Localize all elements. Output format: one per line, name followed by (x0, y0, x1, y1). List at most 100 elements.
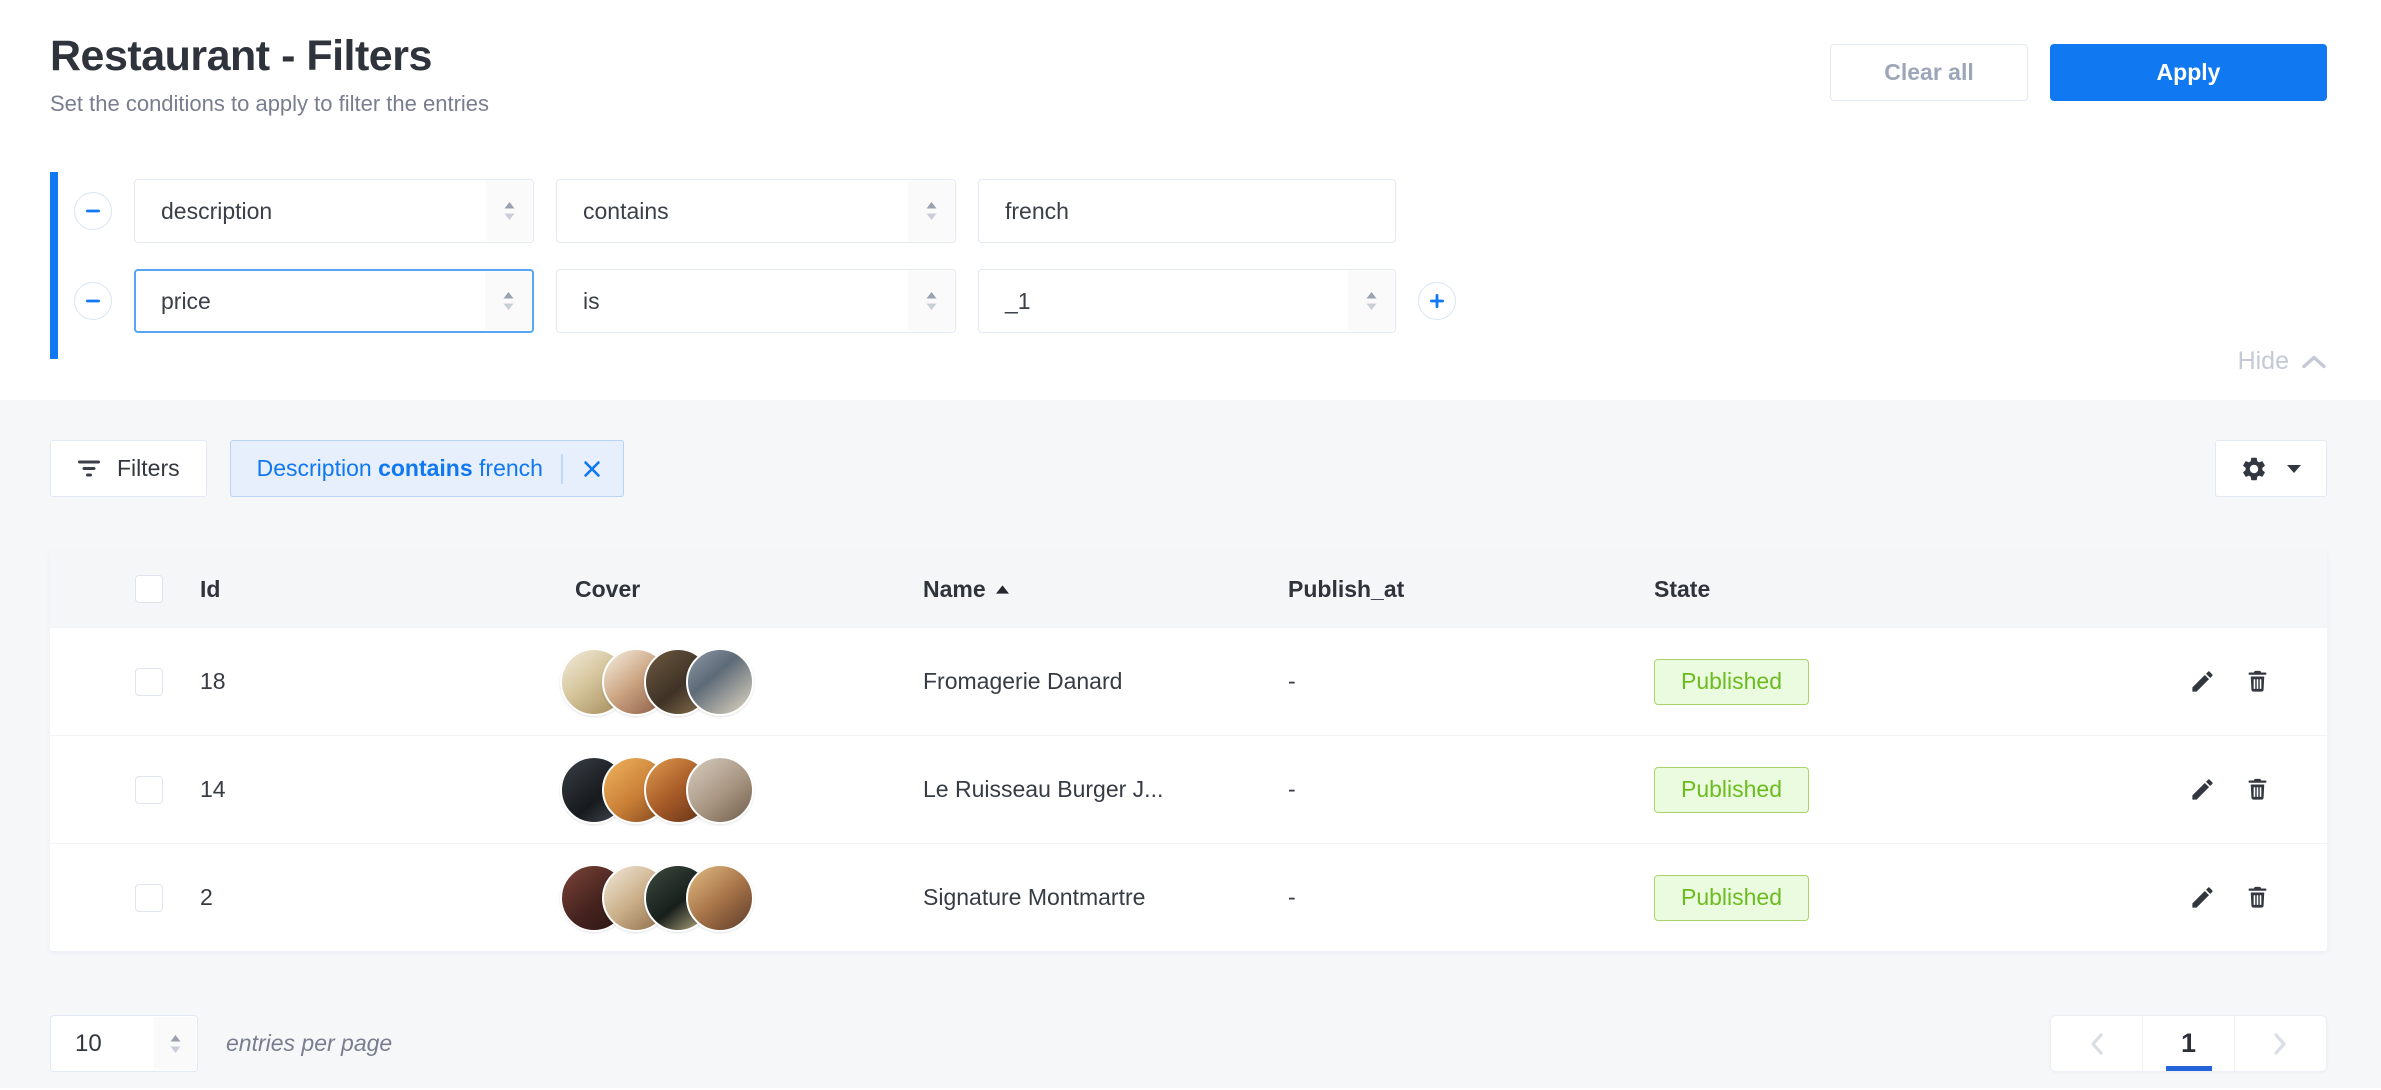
status-badge: Published (1654, 875, 1809, 921)
filter-builder: description contains french (50, 179, 2327, 333)
column-header-cover[interactable]: Cover (560, 576, 923, 603)
remove-filter-tag-icon[interactable] (581, 458, 603, 480)
select-all-checkbox[interactable] (135, 575, 163, 603)
restaurant-filters-page: Restaurant - Filters Set the conditions … (0, 0, 2381, 1088)
tag-divider (561, 454, 563, 484)
filter-field-value: price (161, 288, 211, 315)
filter-operator-select[interactable]: is (556, 269, 956, 333)
minus-icon (83, 201, 103, 221)
current-page[interactable]: 1 (2142, 1016, 2234, 1071)
sort-asc-icon (996, 585, 1009, 594)
column-header-name[interactable]: Name (923, 576, 1288, 603)
hide-filters-link[interactable]: Hide (2238, 347, 2327, 376)
hide-label: Hide (2238, 347, 2289, 376)
table-settings-button[interactable] (2215, 440, 2327, 497)
apply-button[interactable]: Apply (2050, 44, 2327, 101)
chevron-up-icon (2301, 354, 2327, 370)
table-row[interactable]: 18 Fromagerie Danard - Published (50, 627, 2327, 735)
tag-field: Description (257, 455, 372, 481)
status-badge: Published (1654, 659, 1809, 705)
filter-operator-select[interactable]: contains (556, 179, 956, 243)
cell-id: 18 (200, 668, 560, 695)
cover-avatars (560, 756, 923, 824)
select-arrows-icon (154, 1017, 196, 1070)
edit-icon[interactable] (2189, 776, 2216, 803)
cell-publish-at: - (1288, 884, 1654, 911)
filter-value-number-input[interactable]: _1 (978, 269, 1396, 333)
clear-all-button[interactable]: Clear all (1830, 44, 2028, 101)
cover-image (686, 756, 754, 824)
entries-table: Id Cover Name Publish_at State 18 (50, 551, 2327, 951)
filters-button[interactable]: Filters (50, 440, 207, 497)
table-row[interactable]: 14 Le Ruisseau Burger J... - Published (50, 735, 2327, 843)
filter-row-1: description contains french (74, 179, 2327, 243)
table-footer: 10 entries per page 1 (50, 1015, 2327, 1072)
filter-field-select[interactable]: price (134, 269, 534, 333)
edit-icon[interactable] (2189, 668, 2216, 695)
column-header-id[interactable]: Id (200, 576, 560, 603)
cell-name: Signature Montmartre (923, 884, 1288, 911)
filter-value-text: french (1005, 198, 1069, 225)
filter-operator-value: is (583, 288, 600, 315)
number-stepper-icon[interactable] (1348, 271, 1394, 331)
page-header: Restaurant - Filters Set the conditions … (50, 0, 2327, 117)
cell-id: 14 (200, 776, 560, 803)
remove-filter-button[interactable] (74, 282, 112, 320)
entries-per-page-label: entries per page (226, 1030, 392, 1057)
prev-page-button[interactable] (2051, 1016, 2142, 1071)
plus-icon (1427, 291, 1447, 311)
pagination: 1 (2050, 1015, 2327, 1072)
table-row[interactable]: 2 Signature Montmartre - Published (50, 843, 2327, 951)
delete-icon[interactable] (2244, 776, 2271, 803)
select-arrows-icon (908, 271, 954, 331)
select-arrows-icon (908, 181, 954, 241)
filter-value-input[interactable]: french (978, 179, 1396, 243)
filters-panel: Restaurant - Filters Set the conditions … (0, 0, 2381, 400)
filter-field-select[interactable]: description (134, 179, 534, 243)
cell-publish-at: - (1288, 668, 1654, 695)
filter-icon (77, 459, 101, 478)
select-arrows-icon (486, 181, 532, 241)
page-subtitle: Set the conditions to apply to filter th… (50, 91, 489, 117)
delete-icon[interactable] (2244, 668, 2271, 695)
cover-avatars (560, 864, 923, 932)
tag-operator: contains (378, 455, 473, 481)
column-header-publish-at[interactable]: Publish_at (1288, 576, 1654, 603)
page-size-select[interactable]: 10 (50, 1015, 198, 1072)
remove-filter-button[interactable] (74, 192, 112, 230)
filters-button-label: Filters (117, 455, 180, 482)
cover-image (686, 648, 754, 716)
active-filter-tag[interactable]: Description contains french (230, 440, 624, 497)
cover-avatars (560, 648, 923, 716)
column-header-state[interactable]: State (1654, 576, 2157, 603)
select-arrows-icon (485, 272, 531, 330)
chevron-left-icon (2089, 1032, 2104, 1056)
active-filter-text: Description contains french (257, 455, 543, 482)
minus-icon (83, 291, 103, 311)
chevron-right-icon (2273, 1032, 2288, 1056)
list-toolbar: Filters Description contains french (50, 400, 2327, 497)
table-header-row: Id Cover Name Publish_at State (50, 551, 2327, 627)
filter-field-value: description (161, 198, 272, 225)
filter-accent-bar (50, 172, 58, 359)
delete-icon[interactable] (2244, 884, 2271, 911)
next-page-button[interactable] (2234, 1016, 2326, 1071)
edit-icon[interactable] (2189, 884, 2216, 911)
filter-operator-value: contains (583, 198, 669, 225)
cell-publish-at: - (1288, 776, 1654, 803)
cell-name: Fromagerie Danard (923, 668, 1288, 695)
page-title: Restaurant - Filters (50, 32, 489, 81)
filter-value-text: _1 (1005, 288, 1031, 315)
current-page-indicator (2166, 1066, 2212, 1071)
cell-id: 2 (200, 884, 560, 911)
tag-value: french (479, 455, 543, 481)
row-checkbox[interactable] (135, 884, 163, 912)
chevron-down-icon (2286, 464, 2302, 474)
content-section: Filters Description contains french (0, 400, 2381, 1088)
status-badge: Published (1654, 767, 1809, 813)
add-filter-button[interactable] (1418, 282, 1456, 320)
gear-icon (2240, 455, 2268, 483)
filter-row-2: price is _1 (74, 269, 2327, 333)
row-checkbox[interactable] (135, 776, 163, 804)
row-checkbox[interactable] (135, 668, 163, 696)
